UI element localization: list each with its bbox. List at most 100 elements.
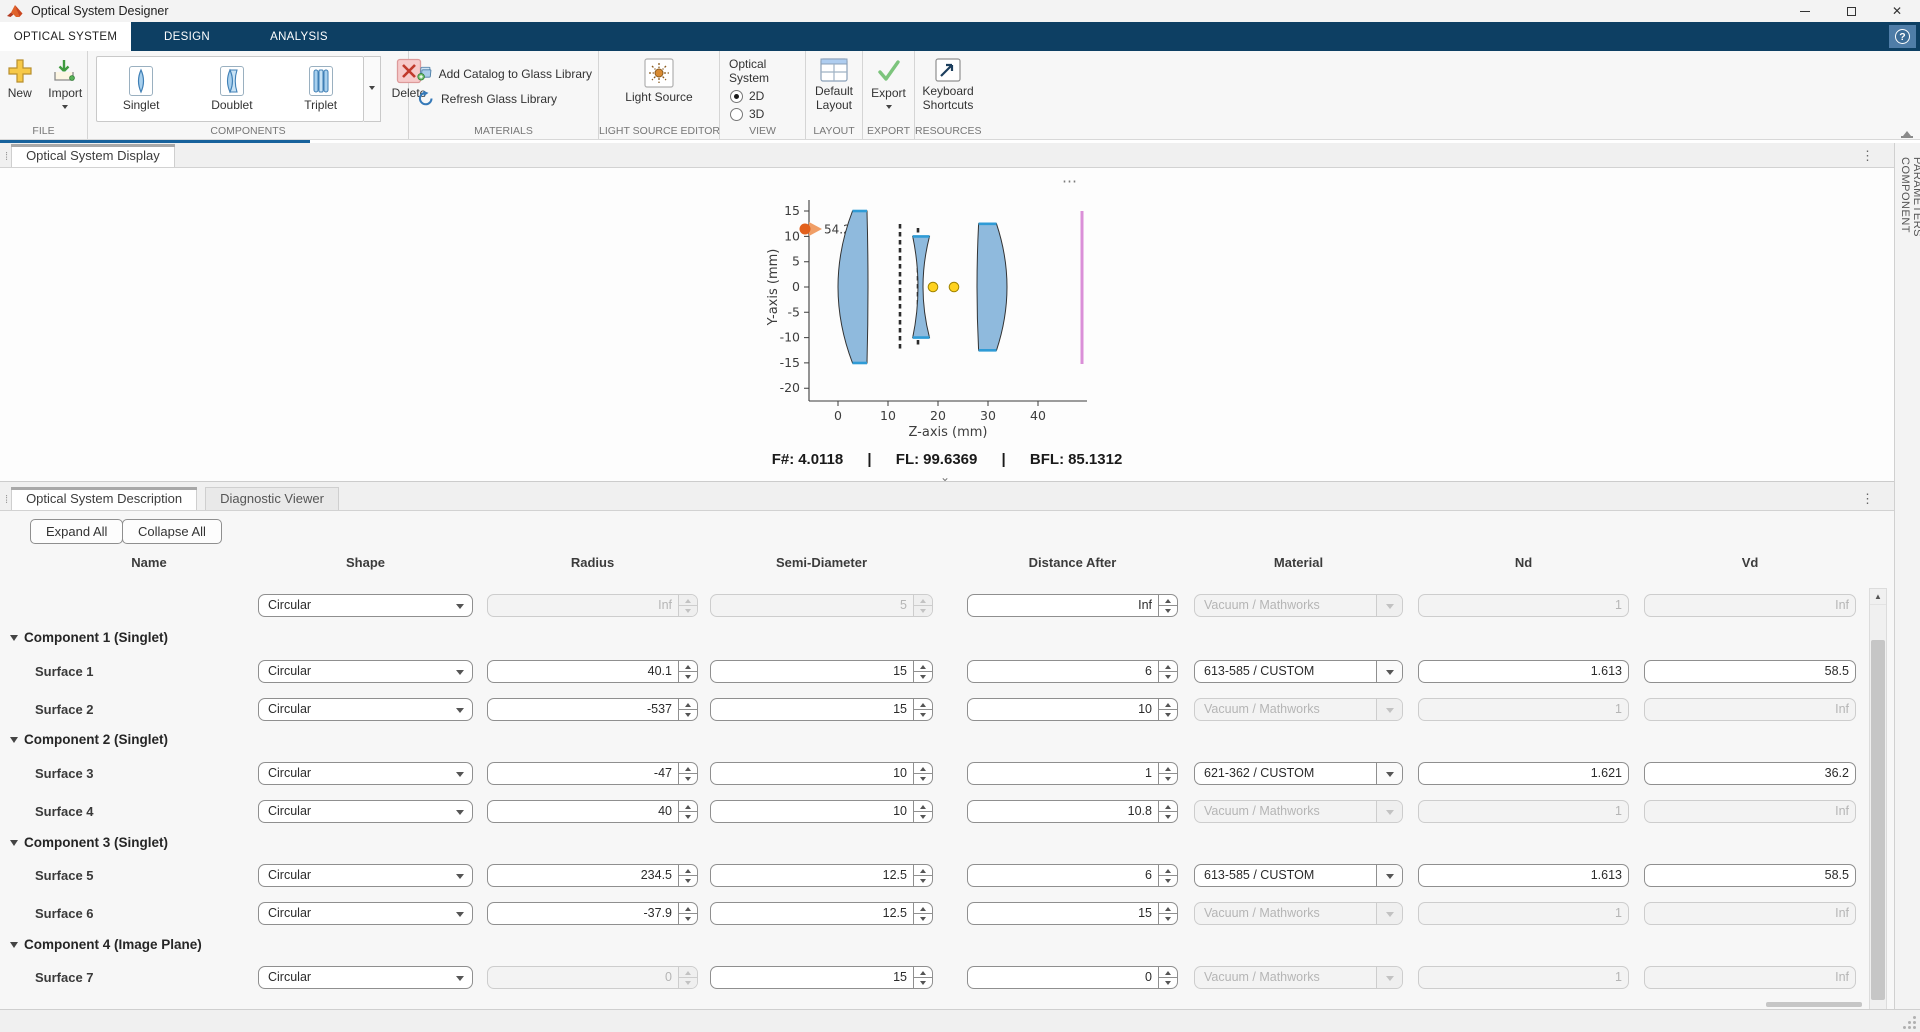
material-select[interactable]: 613-585 / CUSTOM — [1194, 660, 1403, 683]
spinner-up-icon[interactable] — [914, 661, 932, 671]
spinner-up-icon[interactable] — [914, 801, 932, 811]
spinner-buttons[interactable] — [1158, 801, 1177, 822]
semi-diameter-input[interactable]: 12.5 — [710, 864, 933, 887]
import-button[interactable]: Import — [44, 51, 87, 112]
radius-input[interactable]: -537 — [487, 698, 698, 721]
spinner-down-icon[interactable] — [679, 811, 697, 822]
spinner-down-icon[interactable] — [1159, 709, 1177, 720]
new-button[interactable]: New — [0, 51, 40, 112]
lens-2[interactable] — [913, 236, 930, 337]
spinner-down-icon[interactable] — [679, 773, 697, 784]
semi-diameter-input[interactable]: 10 — [710, 800, 933, 823]
radius-input[interactable]: 40 — [487, 800, 698, 823]
spinner-buttons[interactable] — [1158, 595, 1177, 616]
singlet-button[interactable]: Singlet — [115, 64, 168, 114]
shape-select[interactable]: Circular — [258, 966, 473, 989]
spinner-down-icon[interactable] — [914, 671, 932, 682]
spinner-buttons[interactable] — [678, 661, 697, 682]
distance-after-input[interactable]: 10.8 — [967, 800, 1178, 823]
close-button[interactable]: ✕ — [1874, 0, 1920, 22]
distance-after-input[interactable]: 6 — [967, 660, 1178, 683]
spinner-up-icon[interactable] — [679, 865, 697, 875]
tab-diagnostic-viewer[interactable]: Diagnostic Viewer — [205, 487, 339, 510]
minimize-button[interactable] — [1782, 0, 1828, 22]
radius-input[interactable]: 40.1 — [487, 660, 698, 683]
spinner-buttons[interactable] — [1158, 699, 1177, 720]
pane-grip[interactable]: ⁞ — [5, 494, 7, 506]
spinner-buttons[interactable] — [913, 801, 932, 822]
shape-select[interactable]: Circular — [258, 800, 473, 823]
spinner-up-icon[interactable] — [914, 865, 932, 875]
spinner-buttons[interactable] — [913, 661, 932, 682]
focal-marker-2[interactable] — [949, 282, 959, 292]
shape-select[interactable]: Circular — [258, 698, 473, 721]
horizontal-scrollbar-thumb[interactable] — [1766, 1002, 1862, 1007]
light-source-marker[interactable] — [800, 224, 811, 235]
distance-after-input[interactable]: 0 — [967, 966, 1178, 989]
semi-diameter-input[interactable]: 12.5 — [710, 902, 933, 925]
spinner-buttons[interactable] — [913, 903, 932, 924]
component-group-row[interactable]: Component 1 (Singlet) — [0, 630, 900, 648]
spinner-up-icon[interactable] — [1159, 699, 1177, 709]
spinner-buttons[interactable] — [913, 967, 932, 988]
nd-input[interactable]: 1.621 — [1418, 762, 1629, 785]
spinner-up-icon[interactable] — [679, 763, 697, 773]
spinner-down-icon[interactable] — [914, 875, 932, 886]
nd-input[interactable]: 1.613 — [1418, 864, 1629, 887]
material-select[interactable]: 613-585 / CUSTOM — [1194, 864, 1403, 887]
distance-after-input[interactable]: 6 — [967, 864, 1178, 887]
tab-optical-system-description[interactable]: Optical System Description — [11, 487, 197, 510]
dropdown-arrow-button[interactable] — [1376, 763, 1402, 784]
spinner-down-icon[interactable] — [679, 875, 697, 886]
component-group-row[interactable]: Component 2 (Singlet) — [0, 732, 900, 750]
dropdown-arrow-button[interactable] — [1376, 661, 1402, 682]
spinner-down-icon[interactable] — [914, 811, 932, 822]
maximize-button[interactable] — [1828, 0, 1874, 22]
light-source-button[interactable]: Light Source — [599, 51, 719, 105]
spinner-down-icon[interactable] — [1159, 605, 1177, 616]
distance-after-input[interactable]: Inf — [967, 594, 1178, 617]
spinner-down-icon[interactable] — [1159, 773, 1177, 784]
collapse-triangle-icon[interactable] — [10, 635, 18, 645]
spinner-buttons[interactable] — [678, 801, 697, 822]
export-button[interactable]: Export — [863, 51, 914, 112]
tab-optical-system[interactable]: OPTICAL SYSTEM — [0, 22, 131, 51]
spinner-buttons[interactable] — [913, 699, 932, 720]
spinner-down-icon[interactable] — [914, 773, 932, 784]
vd-input[interactable]: 58.5 — [1644, 864, 1856, 887]
shape-select[interactable]: Circular — [258, 762, 473, 785]
semi-diameter-input[interactable]: 10 — [710, 762, 933, 785]
focal-marker-1[interactable] — [928, 282, 938, 292]
semi-diameter-input[interactable]: 15 — [710, 660, 933, 683]
radius-input[interactable]: -47 — [487, 762, 698, 785]
strip-overflow-icon[interactable]: ⋮ — [1861, 491, 1874, 507]
spinner-up-icon[interactable] — [679, 661, 697, 671]
add-catalog-button[interactable]: Add Catalog to Glass Library — [411, 63, 598, 84]
spinner-buttons[interactable] — [1158, 865, 1177, 886]
help-button[interactable]: ? — [1889, 25, 1916, 48]
spinner-buttons[interactable] — [678, 763, 697, 784]
default-layout-button[interactable]: Default Layout — [806, 51, 862, 113]
spinner-down-icon[interactable] — [914, 913, 932, 924]
expand-panel-icon[interactable] — [1901, 129, 1913, 138]
spinner-down-icon[interactable] — [914, 977, 932, 988]
spinner-buttons[interactable] — [1158, 763, 1177, 784]
lens-3[interactable] — [977, 224, 1007, 350]
spinner-up-icon[interactable] — [914, 699, 932, 709]
vertical-scrollbar-thumb[interactable] — [1871, 640, 1885, 1000]
spinner-buttons[interactable] — [678, 699, 697, 720]
spinner-up-icon[interactable] — [914, 903, 932, 913]
radio-2d[interactable]: 2D — [730, 89, 805, 103]
spinner-up-icon[interactable] — [1159, 763, 1177, 773]
distance-after-input[interactable]: 15 — [967, 902, 1178, 925]
spinner-down-icon[interactable] — [1159, 671, 1177, 682]
material-select[interactable]: 621-362 / CUSTOM — [1194, 762, 1403, 785]
shape-select[interactable]: Circular — [258, 660, 473, 683]
spinner-buttons[interactable] — [678, 865, 697, 886]
collapse-triangle-icon[interactable] — [10, 840, 18, 850]
spinner-down-icon[interactable] — [679, 709, 697, 720]
spinner-up-icon[interactable] — [1159, 865, 1177, 875]
spinner-up-icon[interactable] — [1159, 903, 1177, 913]
spinner-up-icon[interactable] — [679, 903, 697, 913]
doublet-button[interactable]: Doublet — [203, 64, 260, 114]
